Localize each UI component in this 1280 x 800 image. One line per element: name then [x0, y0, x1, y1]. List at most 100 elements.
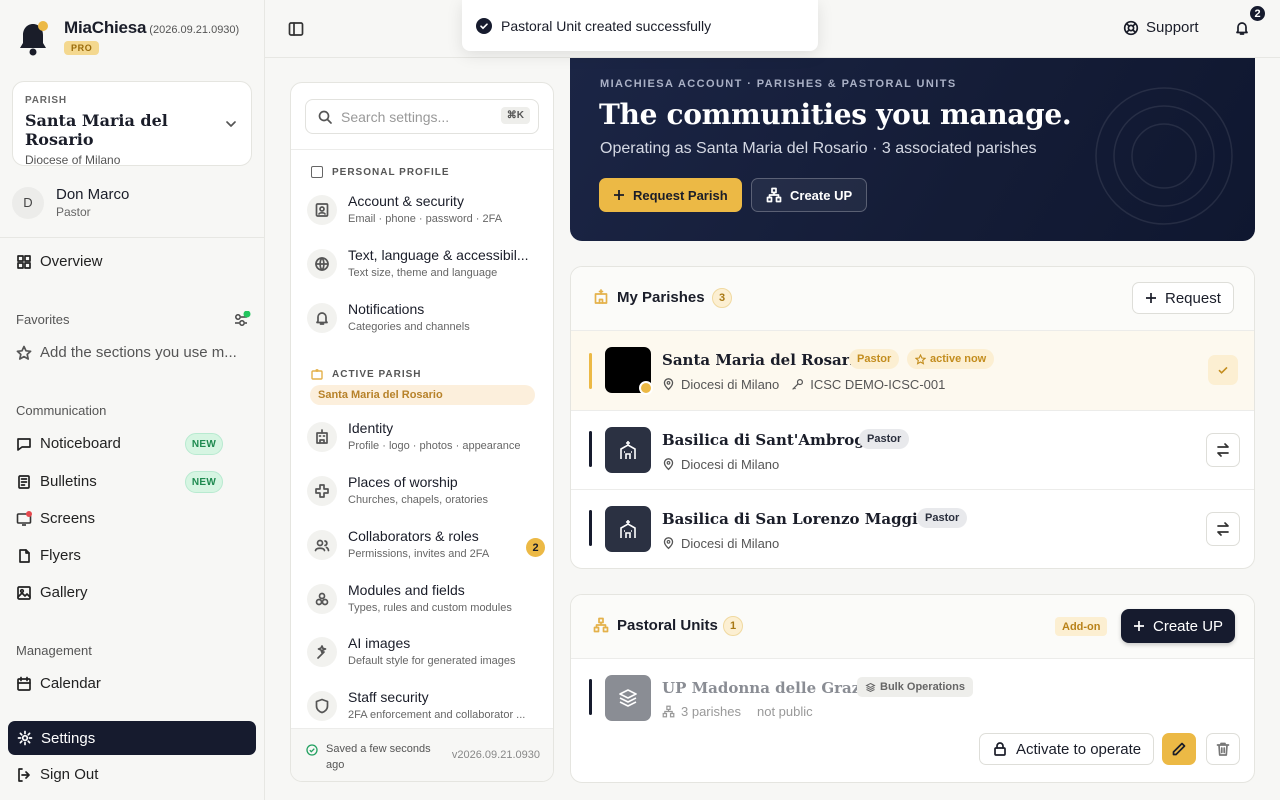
pastoral-unit-meta: 3 parishes not public	[662, 704, 813, 719]
divider	[0, 237, 265, 238]
my-parishes-card: My Parishes 3 Request Santa Maria del Ro…	[570, 266, 1255, 569]
create-up-button[interactable]: Create UP	[1121, 609, 1236, 643]
search-icon	[317, 109, 333, 125]
brand[interactable]: MiaChiesa (2026.09.21.0930) PRO	[16, 18, 239, 58]
notifications-bell-icon[interactable]	[1234, 20, 1250, 36]
switch-parish-button[interactable]	[1206, 433, 1240, 467]
nav-settings[interactable]: Settings	[8, 721, 256, 755]
parish-diocese: Diocesi di Milano	[681, 377, 780, 392]
divider	[291, 149, 553, 150]
favorites-settings-icon[interactable]	[233, 311, 251, 329]
users-icon	[307, 530, 337, 560]
id-card-icon	[307, 195, 337, 225]
footer-version: v2026.09.21.0930	[451, 749, 540, 761]
settings-item-notifications[interactable]: Notifications Categories and channels	[307, 301, 547, 341]
request-parish-label: Request Parish	[633, 187, 728, 203]
parish-row[interactable]: Basilica di San Lorenzo Maggiore Pastor …	[571, 490, 1254, 568]
parish-meta: Diocesi di Milano	[662, 457, 779, 472]
blocks-icon	[307, 584, 337, 614]
sidebar: MiaChiesa (2026.09.21.0930) PRO PARISH Sa…	[0, 0, 265, 800]
brand-version: (2026.09.21.0930)	[149, 24, 240, 36]
settings-item-ai-images[interactable]: AI images Default style for generated im…	[307, 635, 547, 675]
decorative-rings	[1094, 86, 1234, 226]
settings-item-modules[interactable]: Modules and fields Types, rules and cust…	[307, 582, 547, 622]
pastoral-unit-visibility: not public	[756, 704, 813, 719]
parish-selector[interactable]: PARISH Santa Maria del Rosario Diocese o…	[12, 81, 252, 167]
settings-item-collaborators[interactable]: Collaborators & roles Permissions, invit…	[307, 528, 547, 568]
bell-logo-icon	[16, 20, 50, 58]
addon-badge: Add-on	[1055, 617, 1108, 636]
pastoral-unit-row[interactable]: UP Madonna delle Grazie Bulk Operations …	[571, 659, 1254, 782]
create-up-hero-button[interactable]: Create UP	[751, 178, 868, 212]
settings-item-text-language[interactable]: Text, language & accessibil... Text size…	[307, 247, 547, 287]
nav-noticeboard-label: Noticeboard	[40, 435, 121, 452]
support-button[interactable]: Support	[1123, 19, 1199, 36]
switch-parish-button[interactable]	[1206, 512, 1240, 546]
communication-heading: Communication	[16, 403, 107, 418]
active-now-tag: active now	[907, 349, 995, 369]
nav-flyers[interactable]: Flyers	[16, 547, 81, 564]
settings-item-staff-security[interactable]: Staff security 2FA enforcement and colla…	[307, 689, 547, 729]
active-parish-heading-label: ACTIVE PARISH	[332, 368, 422, 380]
parish-selector-name: Santa Maria del Rosario	[25, 111, 168, 149]
edit-button[interactable]	[1162, 733, 1196, 765]
parish-row[interactable]: Basilica di Sant'Ambrogio Pastor Diocesi…	[571, 411, 1254, 490]
nav-screens[interactable]: Screens	[16, 510, 95, 527]
nav-sign-out[interactable]: Sign Out	[16, 766, 98, 783]
church-icon	[593, 289, 609, 305]
nav-bulletins[interactable]: Bulletins	[16, 473, 97, 490]
switch-arrows-icon	[1215, 442, 1231, 458]
check-circle-icon	[476, 17, 492, 34]
settings-item-title: Account & security	[348, 193, 464, 209]
nav-noticeboard[interactable]: Noticeboard	[16, 435, 121, 452]
request-parish-small-button[interactable]: Request	[1132, 282, 1234, 314]
saved-status: Saved a few seconds ago	[306, 741, 446, 773]
nav-calendar[interactable]: Calendar	[16, 675, 101, 692]
nav-overview[interactable]: Overview	[16, 253, 103, 270]
toast-message: Pastoral Unit created successfully	[501, 17, 712, 34]
activate-label: Activate to operate	[1016, 740, 1142, 758]
my-parishes-header: My Parishes 3 Request	[571, 267, 1254, 331]
plus-icon	[1133, 620, 1145, 632]
image-icon	[16, 585, 32, 601]
settings-item-sub: Default style for generated images	[348, 655, 516, 667]
favorites-add-hint[interactable]: Add the sections you use m...	[16, 344, 237, 361]
nav-sign-out-label: Sign Out	[40, 766, 99, 783]
building-icon	[307, 422, 337, 452]
nav-gallery[interactable]: Gallery	[16, 584, 88, 601]
map-pin-icon	[662, 458, 675, 471]
parish-name: Santa Maria del Rosario	[662, 351, 866, 369]
avatar: D	[12, 186, 44, 219]
settings-item-sub: Permissions, invites and 2FA	[348, 548, 490, 560]
activate-button[interactable]: Activate to operate	[979, 733, 1155, 765]
settings-item-sub: Types, rules and custom modules	[348, 602, 512, 614]
settings-item-sub: Profile · logo · photos · appearance	[348, 440, 521, 452]
settings-item-places-of-worship[interactable]: Places of worship Churches, chapels, ora…	[307, 474, 547, 514]
parish-diocese: Diocesi di Milano	[681, 536, 780, 551]
gear-icon	[17, 730, 33, 746]
settings-item-sub: Categories and channels	[348, 321, 470, 333]
church-logo-icon	[605, 506, 651, 552]
parish-name: Basilica di San Lorenzo Maggiore	[662, 510, 946, 528]
request-parish-button[interactable]: Request Parish	[599, 178, 742, 212]
settings-footer: Saved a few seconds ago v2026.09.21.0930	[291, 728, 553, 781]
settings-item-title: Modules and fields	[348, 582, 465, 598]
parish-row-active[interactable]: Santa Maria del Rosario Pastor active no…	[571, 331, 1254, 411]
parish-meta: Diocesi di Milano	[662, 536, 779, 551]
create-up-hero-label: Create UP	[790, 187, 853, 203]
monitor-icon	[16, 510, 32, 527]
bell-icon	[307, 303, 337, 333]
nav-flyers-label: Flyers	[40, 547, 81, 564]
request-label: Request	[1165, 289, 1221, 307]
settings-item-account-security[interactable]: Account & security Email · phone · passw…	[307, 193, 547, 233]
parish-selector-diocese: Diocese of Milano	[25, 153, 121, 167]
settings-search[interactable]: Search settings... ⌘K	[305, 99, 539, 134]
settings-item-identity[interactable]: Identity Profile · logo · photos · appea…	[307, 420, 547, 460]
church-logo-icon	[605, 427, 651, 473]
map-pin-icon	[662, 537, 675, 550]
pencil-icon	[1171, 741, 1187, 757]
user-profile[interactable]: D Don Marco Pastor	[12, 186, 129, 219]
sidebar-toggle-icon[interactable]	[288, 21, 304, 37]
delete-button[interactable]	[1206, 733, 1240, 765]
settings-item-sub: Text size, theme and language	[348, 267, 498, 279]
